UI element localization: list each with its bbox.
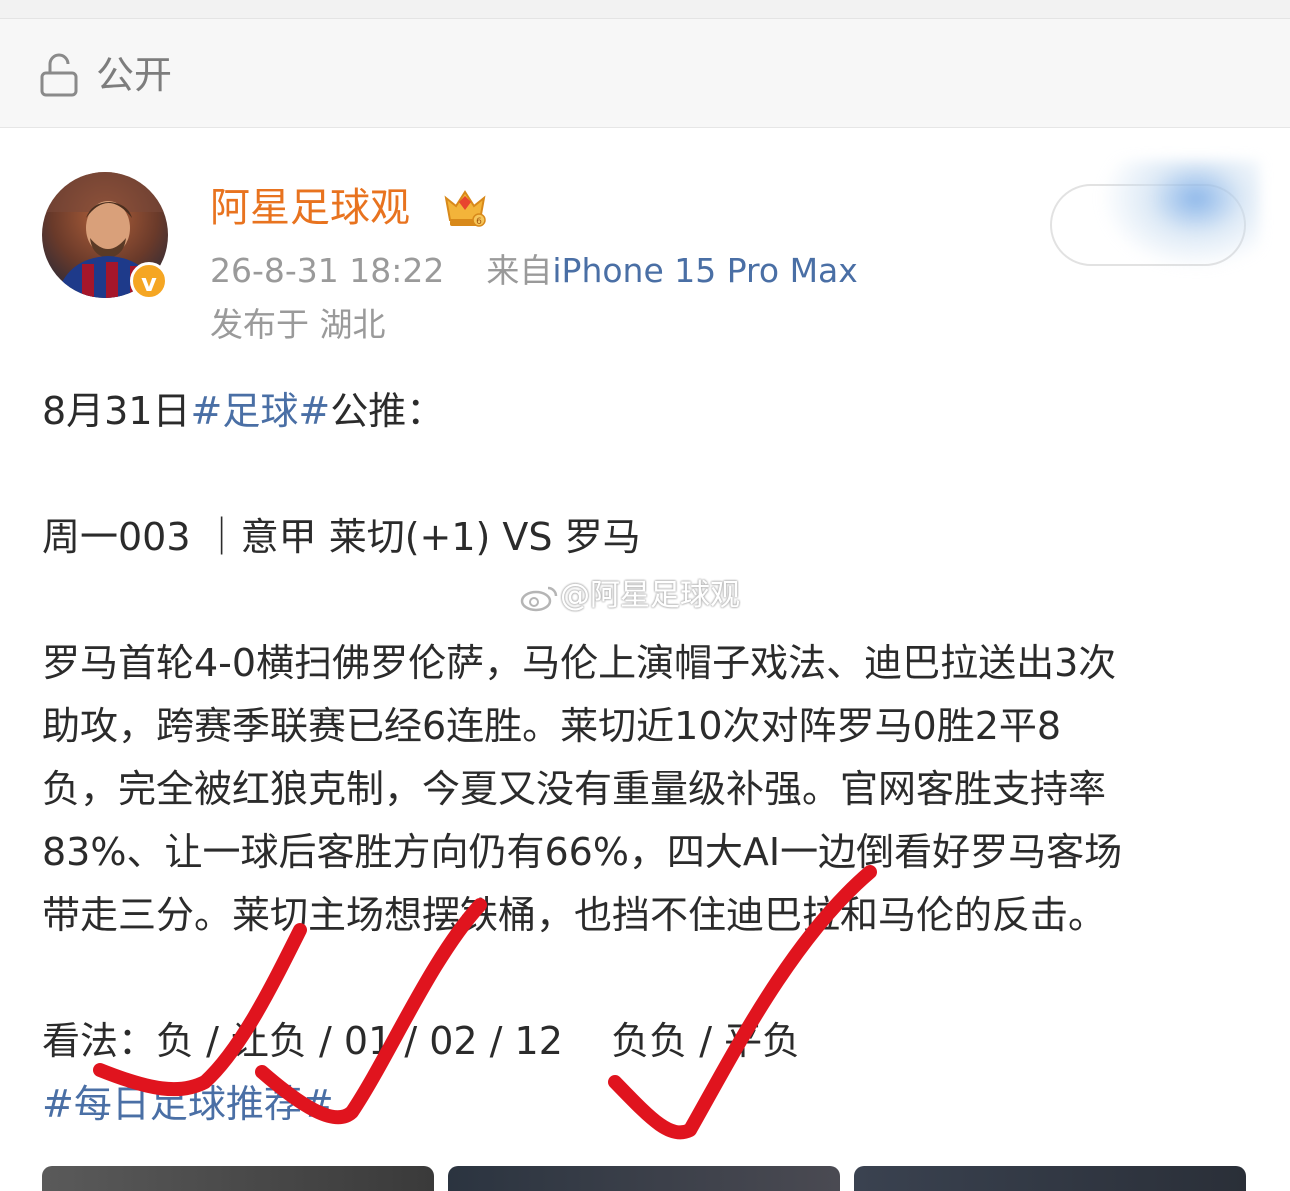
prediction-line: 看法：负 / 让负 / 01 / 02 / 12 负负 / 平负 [42, 1019, 801, 1063]
watermark-text: @阿星足球观 [560, 578, 740, 613]
match-line: 周一003 ｜意甲 莱切(+1) VS 罗马 [42, 515, 641, 559]
visibility-bar[interactable]: 公开 [0, 19, 1290, 128]
post-time: 26-8-31 18:22 [210, 251, 445, 290]
visibility-label: 公开 [96, 53, 173, 97]
source-device[interactable]: iPhone 15 Pro Max [552, 251, 857, 290]
verified-icon: v [130, 262, 168, 300]
svg-text:6: 6 [476, 217, 482, 227]
analysis-line: 83%、让一球后客胜方向仍有66%，四大AI一边倒看好罗马客场 [42, 830, 1123, 874]
hashtag-football[interactable]: #足球# [191, 389, 331, 433]
watermark: @阿星足球观 [520, 574, 740, 618]
post-location: 发布于 湖北 [210, 305, 386, 344]
analysis-line: 罗马首轮4-0横扫佛罗伦萨，马伦上演帽子戏法、迪巴拉送出3次 [42, 641, 1117, 685]
analysis-line: 助攻，跨赛季联赛已经6连胜。莱切近10次对阵罗马0胜2平8 [42, 704, 1062, 748]
post-body: 8月31日#足球#公推： 周一003 ｜意甲 莱切(+1) VS 罗马 罗马首轮… [42, 380, 1252, 1136]
image-thumbnail[interactable] [448, 1166, 840, 1191]
lock-open-icon [40, 53, 78, 97]
top-strip [0, 0, 1290, 19]
hashtag-daily-recommend[interactable]: #每日足球推荐# [42, 1073, 1252, 1136]
image-thumbnail[interactable] [854, 1166, 1246, 1191]
crown-icon[interactable]: 6 [442, 184, 488, 230]
image-thumbnail[interactable] [42, 1166, 434, 1191]
source-label: 来自 [486, 251, 553, 290]
follow-button-blur [1100, 160, 1260, 270]
analysis-line: 带走三分。莱切主场想摆铁桶，也挡不住迪巴拉和马伦的反击。 [42, 893, 1107, 937]
author-name[interactable]: 阿星足球观 [210, 180, 410, 236]
analysis-line: 负，完全被红狼克制，今夏又没有重量级补强。官网客胜支持率 [42, 767, 1107, 811]
post-meta: 26-8-31 18:22 来自iPhone 15 Pro Max [210, 248, 858, 294]
image-thumbnails [42, 1166, 1248, 1191]
weibo-logo-icon [520, 586, 558, 611]
post-intro: 8月31日#足球#公推： [42, 389, 445, 433]
weibo-post-page: 公开 v 阿星足球观 6 26-8-31 18:22 来自iPhone 15 P… [0, 0, 1290, 1191]
